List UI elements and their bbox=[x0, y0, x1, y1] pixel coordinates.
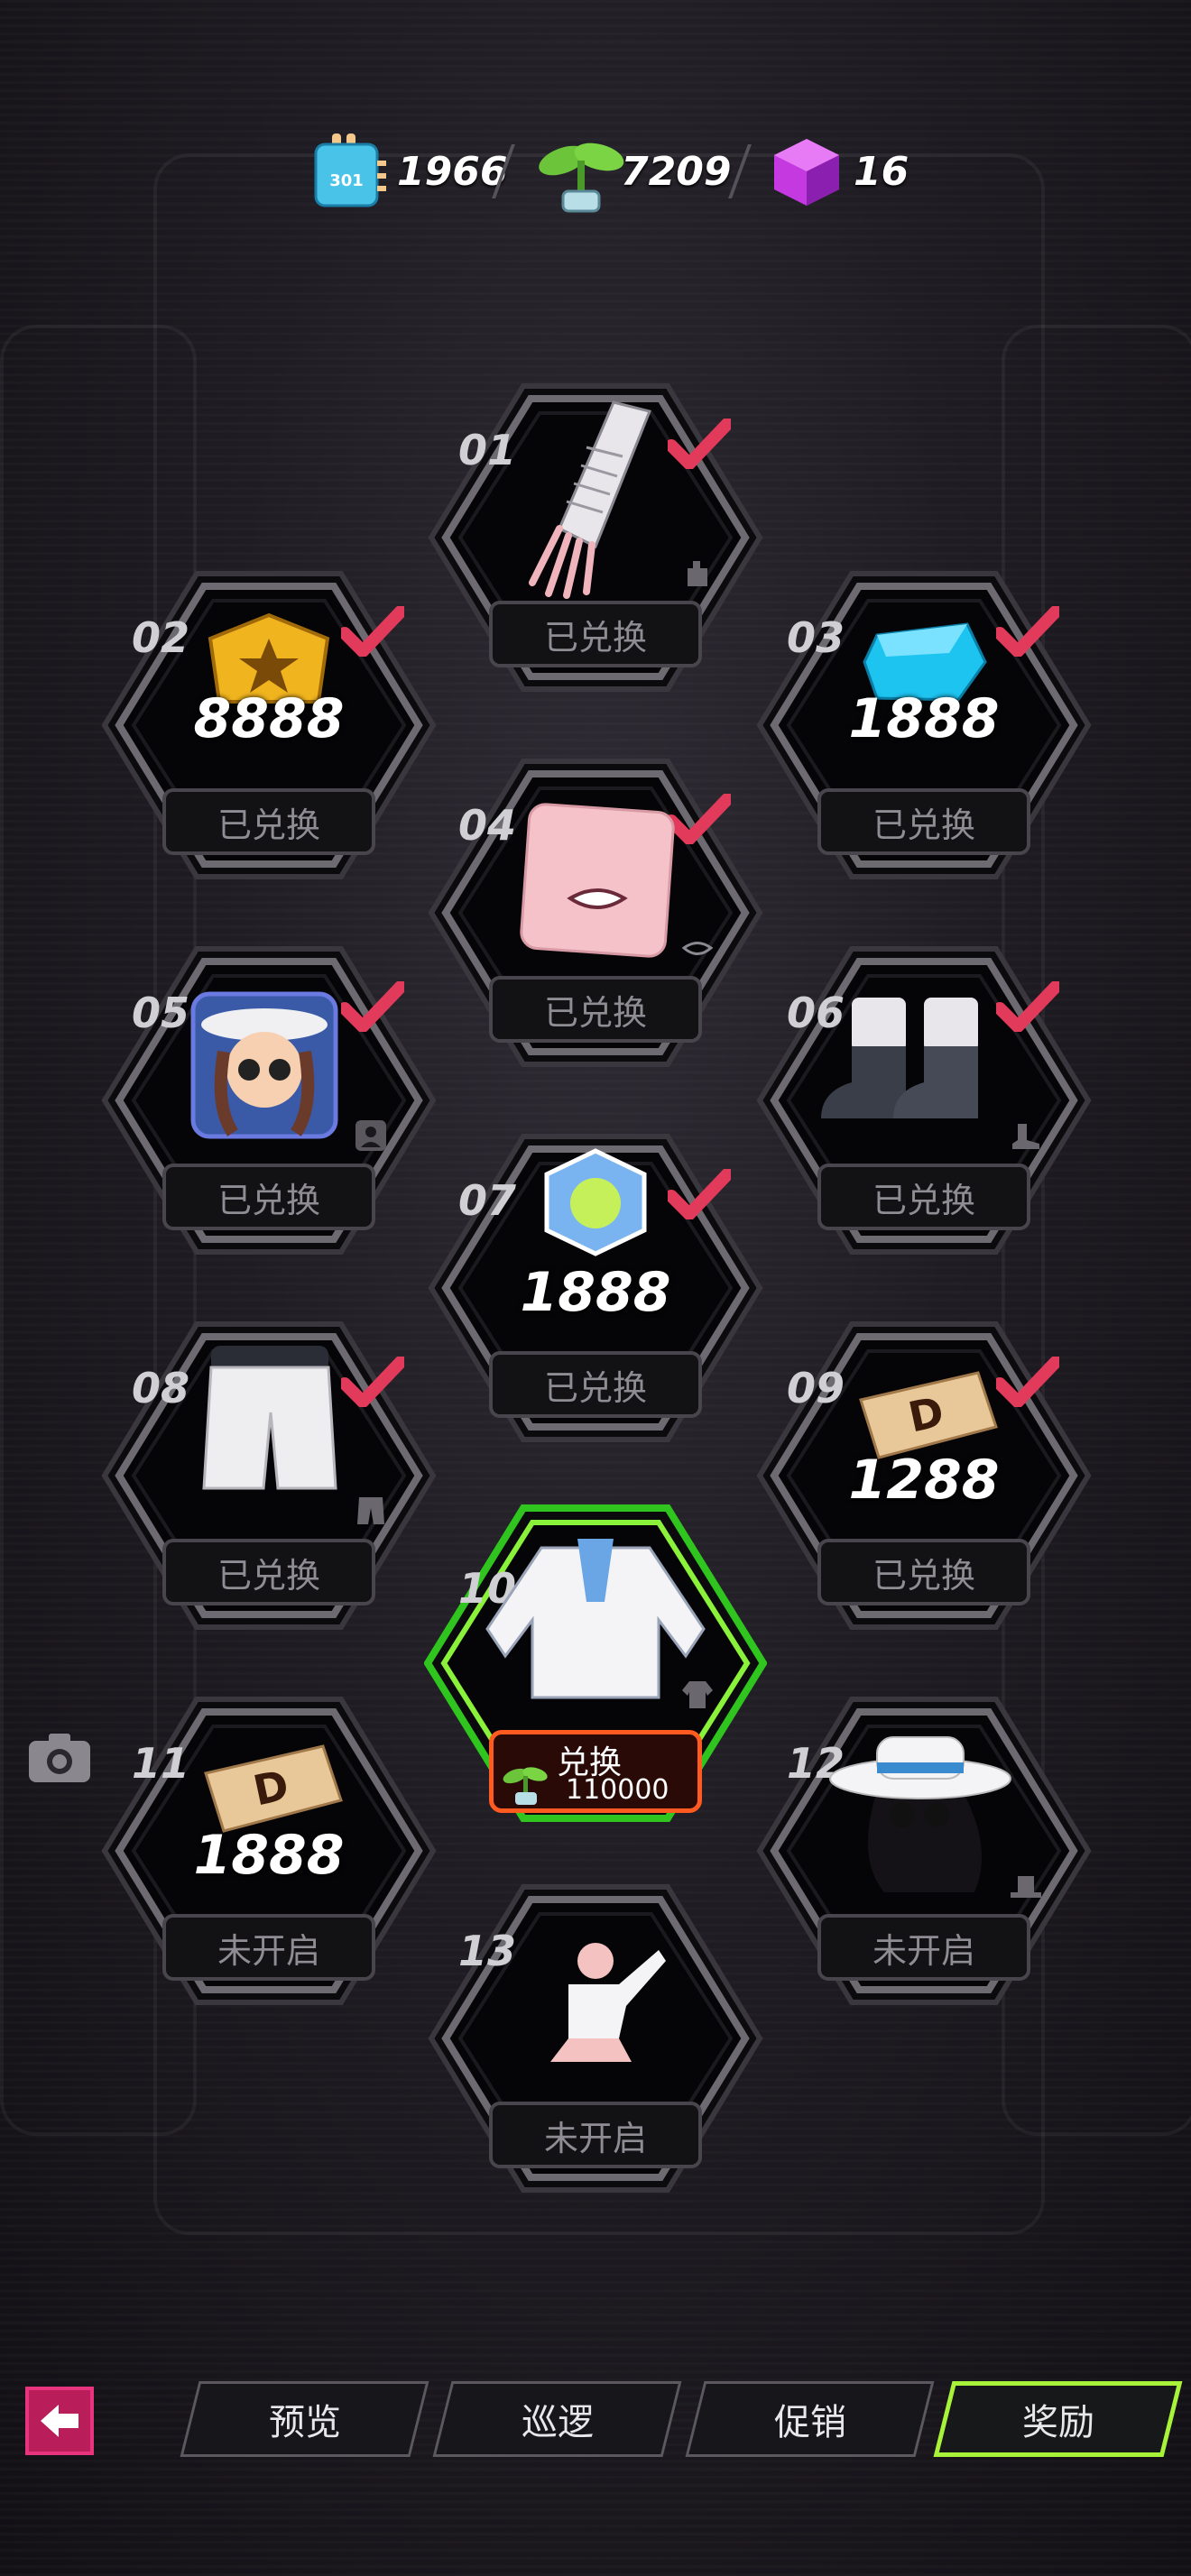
redeem-cost: 110000 bbox=[566, 1774, 669, 1806]
locked-button: 未开启 bbox=[162, 1914, 375, 1981]
reward-amount: 1888 bbox=[848, 687, 1000, 750]
reward-card-11[interactable]: 11 D 1888 未开启 bbox=[97, 1688, 440, 2013]
redeemed-button: 已兑换 bbox=[162, 1539, 375, 1605]
cube-count: 16 bbox=[854, 148, 909, 195]
reward-number: 04 bbox=[458, 801, 517, 850]
reward-number: 09 bbox=[787, 1364, 845, 1412]
redeemed-button: 已兑换 bbox=[489, 1351, 702, 1418]
boots-icon bbox=[821, 998, 978, 1118]
reward-number: 11 bbox=[132, 1739, 190, 1788]
redeemed-button: 已兑换 bbox=[489, 601, 702, 667]
glove-category-icon bbox=[688, 561, 707, 586]
tab-label: 巡逻 bbox=[521, 2402, 594, 2443]
avatar-category-icon bbox=[355, 1120, 386, 1151]
reward-amount: 1888 bbox=[193, 1824, 345, 1887]
checkmark-icon bbox=[996, 981, 1059, 1032]
currency-ticket: 301 1966 bbox=[312, 126, 507, 216]
tab-patrol[interactable]: 巡逻 bbox=[432, 2381, 682, 2457]
reward-card-02[interactable]: 02 8888 已兑换 bbox=[97, 563, 440, 888]
currency-cube: 16 bbox=[769, 126, 909, 216]
reward-card-10[interactable]: 10 兑换 110000 bbox=[424, 1501, 767, 1826]
hat-category-icon bbox=[1011, 1876, 1041, 1898]
ticket-badge: 301 bbox=[329, 171, 364, 190]
pose-emote-icon bbox=[550, 1943, 666, 2062]
redeemed-button: 已兑换 bbox=[162, 788, 375, 855]
checkmark-icon bbox=[668, 419, 731, 469]
tab-label: 预览 bbox=[268, 2402, 341, 2443]
back-button[interactable] bbox=[25, 2387, 94, 2455]
reward-card-13[interactable]: 13 未开启 bbox=[424, 1876, 767, 2201]
checkmark-icon bbox=[668, 1169, 731, 1219]
locked-button: 未开启 bbox=[489, 2102, 702, 2168]
mouth-category-icon bbox=[681, 942, 714, 955]
reward-card-07[interactable]: 07 1888 已兑换 bbox=[424, 1126, 767, 1450]
locked-button: 未开启 bbox=[817, 1914, 1030, 1981]
tab-label: 促销 bbox=[773, 2402, 846, 2443]
reward-number: 07 bbox=[458, 1176, 517, 1225]
checkmark-icon bbox=[341, 981, 404, 1032]
redeemed-button: 已兑换 bbox=[817, 788, 1030, 855]
tab-promotion[interactable]: 促销 bbox=[685, 2381, 935, 2457]
tab-label: 奖励 bbox=[1021, 2402, 1094, 2443]
sprout-icon bbox=[503, 1767, 548, 1805]
reward-card-08[interactable]: 08 已兑换 bbox=[97, 1313, 440, 1638]
white-jacket-icon bbox=[485, 1539, 706, 1699]
top-category-icon bbox=[682, 1681, 713, 1708]
reward-number: 13 bbox=[458, 1927, 517, 1975]
hexagon-ticket-icon bbox=[544, 1148, 647, 1256]
sprout-count: 7209 bbox=[621, 148, 732, 195]
checkmark-icon bbox=[996, 1357, 1059, 1407]
reward-amount: 1888 bbox=[520, 1261, 671, 1324]
reward-card-05[interactable]: 05 已兑换 bbox=[97, 938, 440, 1263]
reward-card-01[interactable]: 01 已兑换 bbox=[424, 375, 767, 700]
ticket-count: 1966 bbox=[397, 148, 508, 195]
reward-card-09[interactable]: 09 D 1288 已兑换 bbox=[752, 1313, 1095, 1638]
reward-number: 08 bbox=[132, 1364, 190, 1412]
reward-card-06[interactable]: 06 已兑换 bbox=[752, 938, 1095, 1263]
ticket-301-icon: 301 bbox=[312, 133, 388, 209]
purple-cube-icon bbox=[769, 133, 845, 209]
checkmark-icon bbox=[341, 606, 404, 657]
white-pants-icon bbox=[202, 1346, 337, 1490]
reward-number: 05 bbox=[132, 989, 190, 1037]
checkmark-icon bbox=[996, 606, 1059, 657]
reward-card-04[interactable]: 04 已兑换 bbox=[424, 750, 767, 1075]
currency-sprout: 7209 bbox=[536, 126, 731, 216]
white-hat-hair-icon bbox=[829, 1736, 1011, 1892]
redeem-button[interactable]: 兑换 110000 bbox=[489, 1730, 702, 1813]
reward-number: 01 bbox=[458, 426, 517, 474]
tab-rewards[interactable]: 奖励 bbox=[933, 2381, 1183, 2457]
arrow-left-icon bbox=[41, 2405, 78, 2437]
reward-number: 02 bbox=[132, 613, 190, 662]
reward-card-03[interactable]: 03 1888 已兑换 bbox=[752, 563, 1095, 888]
redeemed-button: 已兑换 bbox=[817, 1164, 1030, 1230]
redeemed-button: 已兑换 bbox=[162, 1164, 375, 1230]
reward-number: 03 bbox=[787, 613, 845, 662]
reward-amount: 8888 bbox=[193, 687, 345, 750]
redeemed-button: 已兑换 bbox=[489, 976, 702, 1043]
lace-glove-icon bbox=[529, 400, 652, 599]
shoe-category-icon bbox=[1012, 1124, 1039, 1149]
mouth-face-icon bbox=[520, 803, 675, 958]
pants-category-icon bbox=[357, 1497, 384, 1524]
reward-amount: 1288 bbox=[848, 1449, 1000, 1512]
reward-card-12[interactable]: 12 未开启 bbox=[752, 1688, 1095, 2013]
sprout-icon bbox=[536, 133, 624, 213]
tab-preview[interactable]: 预览 bbox=[180, 2381, 429, 2457]
avatar-portrait-icon bbox=[190, 991, 338, 1139]
redeemed-button: 已兑换 bbox=[817, 1539, 1030, 1605]
camera-icon[interactable] bbox=[27, 1730, 92, 1784]
